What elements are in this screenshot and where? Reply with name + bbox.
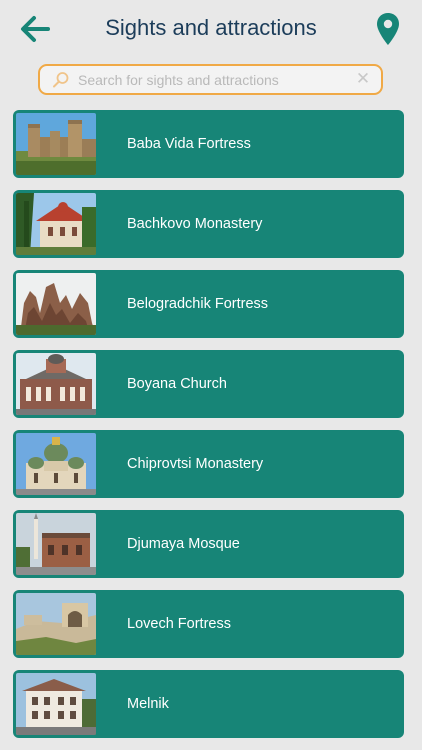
item-label: Belogradchik Fortress xyxy=(127,296,269,312)
thumbnail-image xyxy=(16,433,96,495)
close-icon[interactable]: ✕ xyxy=(354,70,372,88)
list-item-bachkovo-monastery[interactable]: Bachkovo Monastery xyxy=(13,190,404,258)
item-label: Melnik xyxy=(127,696,169,712)
list-item-melnik[interactable]: Melnik xyxy=(13,670,404,738)
thumbnail-image xyxy=(16,193,96,255)
list-item-baba-vida-fortress[interactable]: Baba Vida Fortress xyxy=(13,110,404,178)
item-label: Lovech Fortress xyxy=(127,616,231,632)
thumbnail-image xyxy=(16,113,96,175)
page-title: Sights and attractions xyxy=(105,15,317,40)
magnifier-icon xyxy=(53,72,69,88)
map-button[interactable] xyxy=(376,12,400,46)
list-item-boyana-church[interactable]: Boyana Church xyxy=(13,350,404,418)
list-item-chiprovtsi-monastery[interactable]: Chiprovtsi Monastery xyxy=(13,430,404,498)
search-bar[interactable]: ✕ xyxy=(38,64,383,95)
item-label: Boyana Church xyxy=(127,376,227,392)
thumbnail-image xyxy=(16,353,96,415)
item-label: Baba Vida Fortress xyxy=(127,136,251,152)
thumbnail-image xyxy=(16,673,96,735)
thumbnail-image xyxy=(16,513,96,575)
list-item-belogradchik-fortress[interactable]: Belogradchik Fortress xyxy=(13,270,404,338)
attractions-list: Baba Vida Fortress Bachkovo Monastery Be… xyxy=(13,110,404,750)
map-pin-icon xyxy=(377,13,399,45)
item-label: Bachkovo Monastery xyxy=(127,216,263,232)
header-bar: Sights and attractions xyxy=(0,0,422,60)
item-label: Djumaya Mosque xyxy=(127,536,240,552)
thumbnail-image xyxy=(16,273,96,335)
item-label: Chiprovtsi Monastery xyxy=(127,456,264,472)
thumbnail-image xyxy=(16,593,96,655)
list-item-djumaya-mosque[interactable]: Djumaya Mosque xyxy=(13,510,404,578)
list-item-lovech-fortress[interactable]: Lovech Fortress xyxy=(13,590,404,658)
search-input[interactable] xyxy=(78,69,358,91)
